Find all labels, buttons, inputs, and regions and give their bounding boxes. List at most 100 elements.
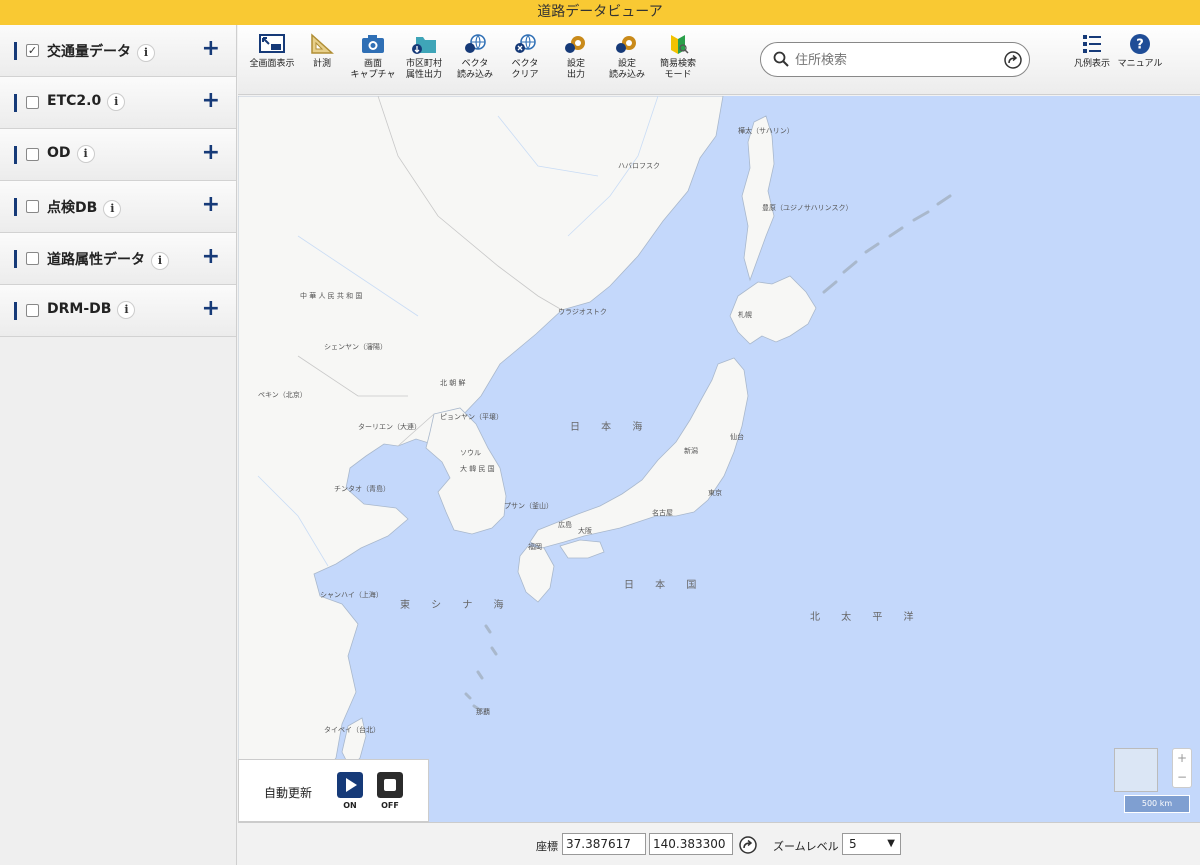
zoom-out-button[interactable]: − xyxy=(1173,768,1191,787)
layer-checkbox-traffic[interactable]: ✓ xyxy=(26,44,39,57)
layer-checkbox-drm-db[interactable] xyxy=(26,304,39,317)
measure-label: 計測 xyxy=(312,59,331,69)
zoom-level-value: 5 xyxy=(849,837,857,851)
layer-item-inspection-db[interactable]: 点検DB i + xyxy=(0,181,236,233)
layer-accent-bar xyxy=(14,198,17,216)
auto-update-panel: 自動更新 ON OFF xyxy=(238,759,429,822)
info-icon[interactable]: i xyxy=(151,252,169,270)
play-icon xyxy=(337,772,363,798)
capture-button[interactable]: 画面 キャプチャ xyxy=(345,33,401,81)
longitude-input[interactable] xyxy=(649,833,733,855)
map-label-vladivostok: ウラジオストク xyxy=(558,308,607,316)
auto-update-on-label: ON xyxy=(343,801,357,810)
status-bar: 座標 ズームレベル 5 ▼ xyxy=(238,822,1200,865)
map-canvas[interactable]: 樺太（サハリン） ハバロフスク 豊原（ユジノサハリンスク） ウラジオストク 中 … xyxy=(238,96,1200,822)
info-icon[interactable]: i xyxy=(76,145,95,163)
map-label-niigata: 新潟 xyxy=(684,447,698,455)
vector-load-button[interactable]: ベクタ 読み込み xyxy=(447,33,503,81)
layer-label-inspection-db: 点検DB xyxy=(47,200,98,216)
stop-icon xyxy=(377,772,403,798)
layer-checkbox-od[interactable] xyxy=(26,148,39,161)
kyushu-island xyxy=(517,545,555,603)
settings-output-label-1: 設定 xyxy=(566,59,585,69)
expand-plus-icon[interactable]: + xyxy=(202,37,220,61)
layer-item-road-attributes[interactable]: 道路属性データ i + xyxy=(0,233,236,285)
fullscreen-button[interactable]: 全画面表示 xyxy=(244,33,300,70)
legend-label: 凡例表示 xyxy=(1073,59,1110,69)
layer-item-traffic[interactable]: ✓ 交通量データ i + xyxy=(0,25,236,77)
map-label-east-china-sea: 東 シ ナ 海 xyxy=(400,600,513,611)
expand-plus-icon[interactable]: + xyxy=(202,297,220,321)
vector-clear-label-2: クリア xyxy=(511,70,539,80)
scale-bar: 500 km xyxy=(1124,795,1190,813)
camera-icon xyxy=(362,35,384,53)
map-label-shenyang: シェンヤン（瀋陽） xyxy=(324,343,387,351)
coord-go-icon[interactable] xyxy=(738,835,758,855)
shikoku-island xyxy=(559,539,605,559)
info-icon[interactable]: i xyxy=(117,301,136,319)
map-label-busan: プサン（釜山） xyxy=(504,502,553,510)
map-label-nagoya: 名古屋 xyxy=(652,509,673,517)
info-icon[interactable]: i xyxy=(103,200,122,218)
layer-checkbox-etc2[interactable] xyxy=(26,96,39,109)
municipal-label-1: 市区町村 xyxy=(405,59,442,69)
capture-label-1: 画面 xyxy=(363,59,382,69)
zoom-control: + − xyxy=(1172,748,1192,788)
municipal-output-button[interactable]: 市区町村 属性出力 xyxy=(396,33,452,81)
map-label-osaka: 大阪 xyxy=(578,527,592,535)
expand-plus-icon[interactable]: + xyxy=(202,245,220,269)
map-label-taipei: タイペイ（台北） xyxy=(324,726,380,734)
latitude-input[interactable] xyxy=(562,833,646,855)
map-label-dalian: ターリエン（大連） xyxy=(358,423,421,431)
ruler-triangle-icon xyxy=(311,33,334,54)
settings-output-button[interactable]: 設定 出力 xyxy=(548,33,604,81)
map-label-hiroshima: 広島 xyxy=(558,521,572,529)
vector-load-label-2: 読み込み xyxy=(456,70,493,80)
expand-plus-icon[interactable]: + xyxy=(202,89,220,113)
layer-checkbox-road-attributes[interactable] xyxy=(26,252,39,265)
auto-update-on-button[interactable]: ON xyxy=(336,772,364,810)
auto-update-off-button[interactable]: OFF xyxy=(376,772,404,810)
info-icon[interactable]: i xyxy=(107,93,126,111)
auto-update-label: 自動更新 xyxy=(264,786,313,800)
vector-clear-label-1: ベクタ xyxy=(511,59,539,69)
help-question-icon: ? xyxy=(1130,34,1150,54)
vector-clear-button[interactable]: ベクタ クリア xyxy=(497,33,553,81)
overview-map[interactable] xyxy=(1114,748,1158,792)
main-toolbar: 全画面表示 計測 画面 キャプチャ 市区町村 属性出力 ベクタ 読み込み ベクタ… xyxy=(238,25,1200,95)
measure-button[interactable]: 計測 xyxy=(294,33,350,70)
map-base-layer xyxy=(238,96,952,822)
address-search-input[interactable] xyxy=(795,50,995,70)
beginner-mark-icon xyxy=(671,35,689,54)
auto-update-off-label: OFF xyxy=(381,801,399,810)
gear-export-icon xyxy=(565,36,585,53)
svg-text:?: ? xyxy=(1136,38,1144,53)
simple-search-mode-button[interactable]: 簡易検索 モード xyxy=(650,33,706,81)
manual-button[interactable]: ? マニュアル xyxy=(1112,33,1168,70)
map-label-khabarovsk: ハバロフスク xyxy=(618,162,660,170)
layer-item-etc2[interactable]: ETC2.0 i + xyxy=(0,77,236,129)
map-label-fukuoka: 福岡 xyxy=(528,543,542,551)
chevron-down-icon: ▼ xyxy=(887,838,895,849)
municipal-label-2: 属性出力 xyxy=(405,70,442,80)
address-search[interactable] xyxy=(760,42,1030,77)
zoom-level-select[interactable]: 5 ▼ xyxy=(842,833,901,855)
capture-label-2: キャプチャ xyxy=(350,70,396,80)
expand-plus-icon[interactable]: + xyxy=(202,193,220,217)
info-icon[interactable]: i xyxy=(137,44,155,62)
layer-item-od[interactable]: OD i + xyxy=(0,129,236,181)
app-title-bar: 道路データビューア xyxy=(0,0,1200,25)
layer-checkbox-inspection-db[interactable] xyxy=(26,200,39,213)
map-label-sakhalin: 樺太（サハリン） xyxy=(738,127,794,135)
layer-label-road-attributes: 道路属性データ xyxy=(47,252,145,268)
layer-item-drm-db[interactable]: DRM-DB i + xyxy=(0,285,236,337)
simple-search-label-2: モード xyxy=(664,70,692,80)
layer-accent-bar xyxy=(14,302,17,320)
map-label-tokyo: 東京 xyxy=(708,489,722,497)
layer-label-traffic: 交通量データ xyxy=(47,44,131,60)
search-go-icon[interactable] xyxy=(1003,50,1023,70)
settings-load-button[interactable]: 設定 読み込み xyxy=(599,33,655,81)
fullscreen-icon xyxy=(259,34,285,53)
zoom-in-button[interactable]: + xyxy=(1173,749,1191,768)
expand-plus-icon[interactable]: + xyxy=(202,141,220,165)
